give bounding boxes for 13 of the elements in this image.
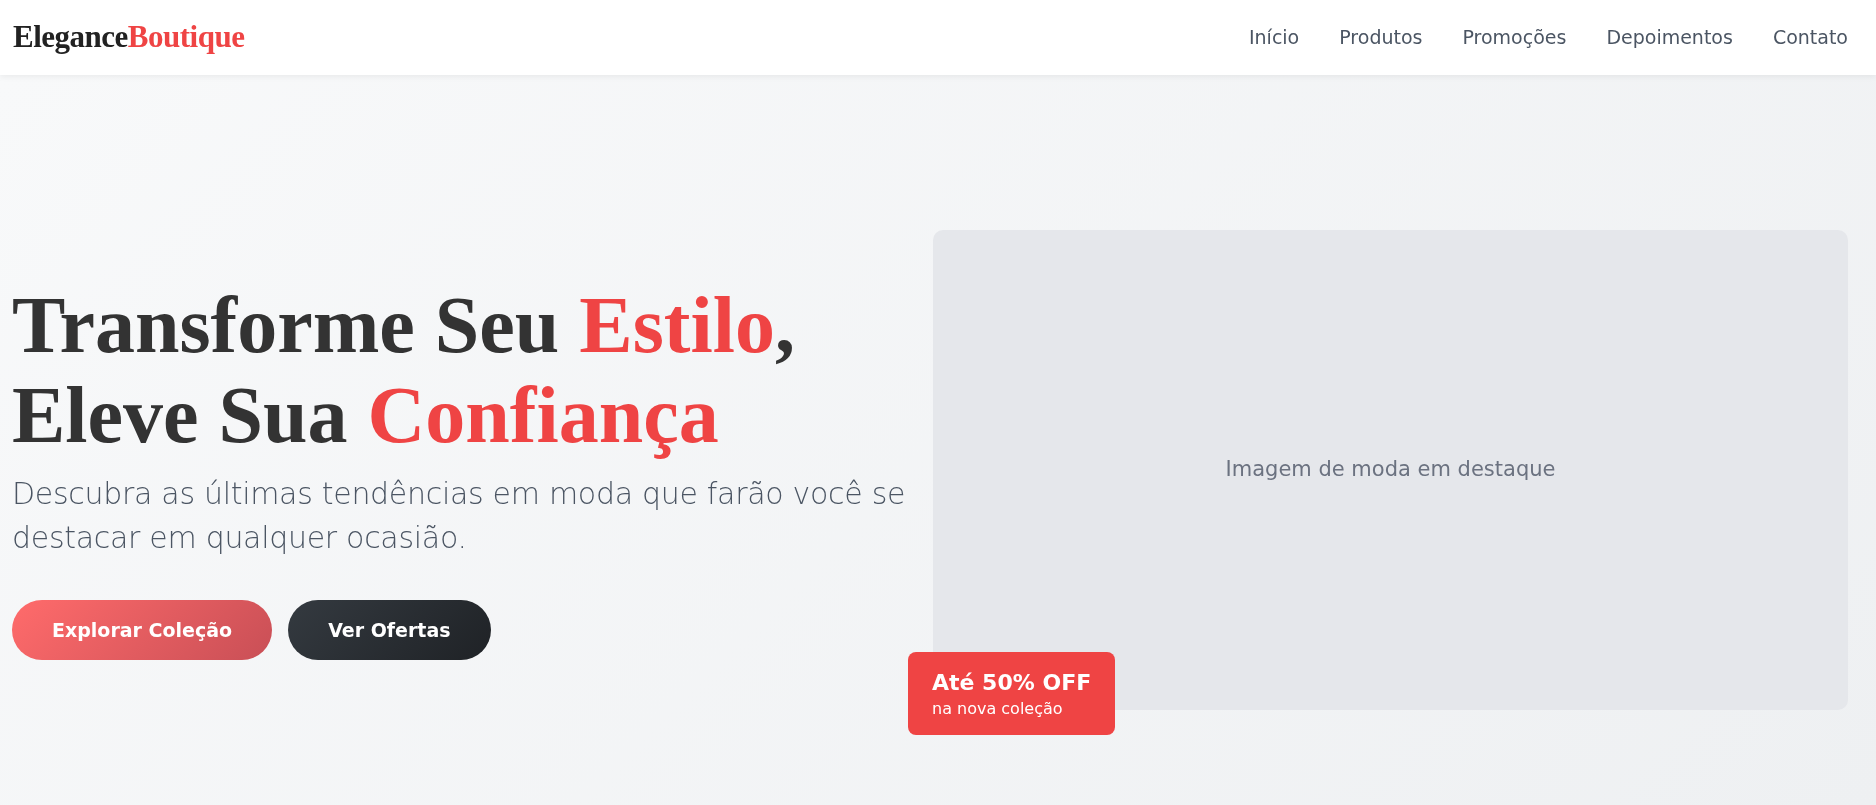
nav-link[interactable]: Contato: [1772, 23, 1848, 52]
nav-link[interactable]: Início: [1248, 23, 1300, 52]
promo-subtitle: na nova coleção: [932, 698, 1064, 720]
offers-button[interactable]: Ver Ofertas: [288, 600, 491, 660]
promo-title: Até 50% OFF: [932, 669, 1092, 697]
nav-link[interactable]: Promoções: [1462, 23, 1567, 52]
hero-subtitle: Descubra as últimas tendências em moda que farão você se destacar em qualquer ocasião.: [12, 475, 907, 557]
image-caption: Imagem de moda em destaque: [1225, 456, 1556, 484]
nav-link[interactable]: Depoimentos: [1606, 23, 1733, 52]
explore-button[interactable]: Explorar Coleção: [12, 600, 273, 660]
nav-link[interactable]: Produtos: [1339, 23, 1423, 52]
hero-headline: Transforme Seu Estilo, Eleve Sua Confiança: [12, 280, 796, 460]
brand-logo[interactable]: EleganceBoutique: [13, 14, 245, 61]
